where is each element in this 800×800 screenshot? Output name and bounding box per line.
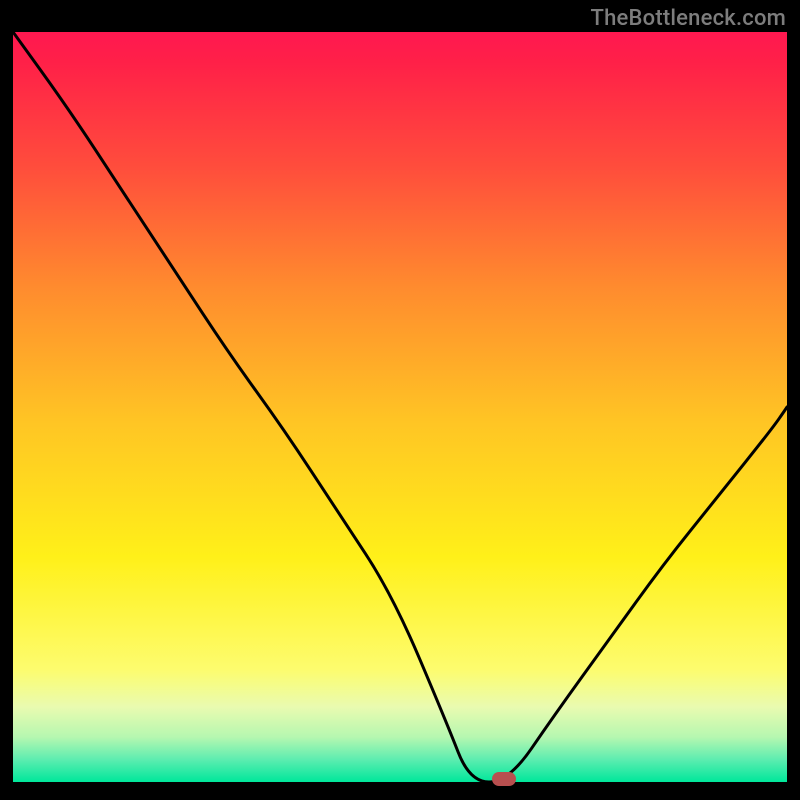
- chart-stage: TheBottleneck.com: [0, 0, 800, 800]
- gradient-plot-area: [13, 32, 787, 782]
- optimal-point-marker: [492, 772, 516, 786]
- bottleneck-curve: [13, 32, 787, 782]
- watermark-text: TheBottleneck.com: [591, 6, 786, 31]
